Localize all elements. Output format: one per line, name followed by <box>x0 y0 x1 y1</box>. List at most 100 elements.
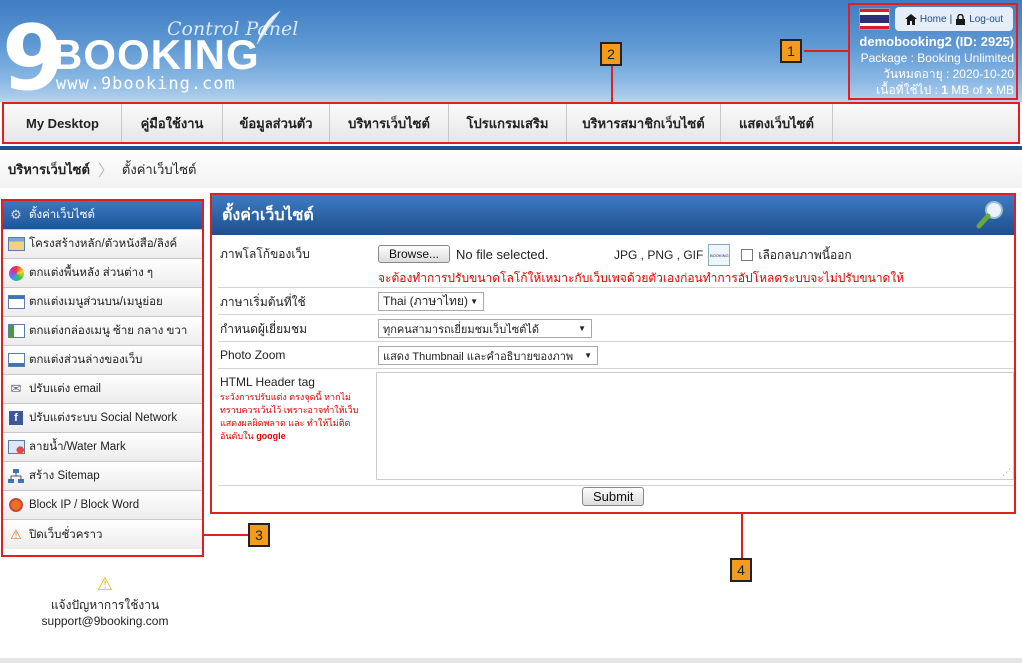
menu-box-icon <box>7 323 25 339</box>
visitors-select[interactable]: ทุกคนสามารถเยี่ยมชมเว็บไซต์ได้ ▼ <box>378 319 592 338</box>
home-icon <box>904 13 917 25</box>
top-menu-icon <box>7 294 25 310</box>
warning-icon: ⚠ <box>96 574 114 594</box>
nav-view-website[interactable]: แสดงเว็บไซต์ <box>721 104 833 142</box>
html-header-textarea[interactable]: ⋰ <box>376 372 1014 480</box>
format-list: JPG , PNG , GIF <box>614 248 704 262</box>
row-divider <box>218 485 1014 486</box>
file-status: No file selected. <box>456 246 549 262</box>
callout-1-line <box>804 50 848 52</box>
sidebar-item-footer[interactable]: ตกแต่งส่วนล่างของเว็บ <box>3 346 202 375</box>
feather-icon <box>256 10 281 45</box>
sidebar-item-social[interactable]: f ปรับแต่งระบบ Social Network <box>3 404 202 433</box>
space-middle: MB of <box>947 83 986 97</box>
callout-2: 2 <box>600 42 622 66</box>
language-label: ภาษาเริ่มต้นที่ใช้ <box>220 295 306 309</box>
nav-manual[interactable]: คู่มือใช้งาน <box>122 104 223 142</box>
sidebar-item-watermark[interactable]: ลายน้ำ/Water Mark <box>3 433 202 462</box>
photo-zoom-label: Photo Zoom <box>220 348 286 362</box>
row-divider <box>218 287 1014 288</box>
footer-line <box>0 658 1022 663</box>
logo-thumbnail: BOOKING <box>708 244 731 266</box>
sidebar-item-label: ปรับแต่ง email <box>29 383 101 395</box>
link-separator: | <box>949 13 953 25</box>
home-link[interactable]: Home <box>904 13 947 25</box>
sidebar-item-block[interactable]: Block IP / Block Word <box>3 491 202 520</box>
nav-manage-website[interactable]: บริหารเว็บไซต์ <box>330 104 449 142</box>
visitors-label: กำหนดผู้เยี่ยมชม <box>220 322 308 336</box>
html-header-warning-text: ระวังการปรับแต่ง ตรงจุดนี้ หากไม่ทราบควร… <box>220 392 359 441</box>
top-links: Home | Log-out <box>895 7 1013 31</box>
social-icon: f <box>7 410 25 426</box>
thai-flag-icon[interactable] <box>859 8 890 30</box>
callout-4-line <box>741 514 743 558</box>
sitemap-icon <box>7 468 25 484</box>
sidebar-item-top-menu[interactable]: ตกแต่งเมนูส่วนบน/เมนูย่อย <box>3 288 202 317</box>
space-used: 1 <box>941 83 948 97</box>
space-text: เนื้อที่ใช้ไป : 1 MB of x MB <box>859 82 1014 98</box>
header-banner: 9 BOOKING www.9booking.com Control Panel… <box>0 0 1022 104</box>
home-link-label: Home <box>919 13 947 25</box>
sidebar-item-label: ตกแต่งเมนูส่วนบน/เมนูย่อย <box>29 296 163 308</box>
chevron-down-icon: ▼ <box>470 297 478 306</box>
support-text: แจ้งปัญหาการใช้งาน <box>50 598 160 612</box>
email-icon: ✉ <box>10 381 22 396</box>
sidebar-item-label: ตั้งค่าเว็บไซต์ <box>29 209 95 221</box>
browse-button[interactable]: Browse... <box>378 245 451 263</box>
sidebar-item-site-settings[interactable]: ⚙ ตั้งค่าเว็บไซต์ <box>3 201 202 230</box>
callout-2-line <box>611 66 613 103</box>
package-text: Package : Booking Unlimited <box>860 51 1014 65</box>
block-icon <box>7 497 25 513</box>
sidebar-item-sitemap[interactable]: สร้าง Sitemap <box>3 462 202 491</box>
settings-panel: ตั้งค่าเว็บไซต์ ภาพโลโก้ของเว็บ Browse..… <box>210 193 1016 514</box>
breadcrumb: บริหารเว็บไซต์ 〉 ตั้งค่าเว็บไซต์ <box>0 150 1022 188</box>
html-header-warning-bold: google <box>256 431 286 441</box>
sidebar-item-label: Block IP / Block Word <box>29 499 140 511</box>
watermark-icon <box>7 439 25 455</box>
sidebar-item-background[interactable]: ตกแต่งพื้นหลัง ส่วนต่าง ๆ <box>3 259 202 288</box>
html-header-label: HTML Header tag <box>220 375 315 389</box>
sidebar-item-layout[interactable]: โครงสร้างหลัก/ตัวหนังสือ/ลิงค์ <box>3 230 202 259</box>
support-email[interactable]: support@9booking.com <box>20 613 190 629</box>
sidebar-item-close-site[interactable]: ⚠ ปิดเว็บชั่วคราว <box>3 520 202 549</box>
space-total: x <box>985 83 993 97</box>
layout-icon <box>7 236 25 252</box>
space-prefix: เนื้อที่ใช้ไป : <box>876 83 942 97</box>
lock-icon <box>956 13 966 25</box>
logout-link-label: Log-out <box>969 13 1004 25</box>
nav-manage-members[interactable]: บริหารสมาชิกเว็บไซต์ <box>567 104 721 142</box>
callout-4: 4 <box>730 558 752 582</box>
chevron-down-icon: ▼ <box>584 351 592 360</box>
logout-link[interactable]: Log-out <box>955 13 1004 25</box>
logo-upload: Browse... No file selected. <box>378 245 549 263</box>
sidebar-item-email[interactable]: ✉ ปรับแต่ง email <box>3 375 202 404</box>
logo-format-info: JPG , PNG , GIF BOOKING เลือกลบภาพนี้ออก <box>614 244 852 266</box>
sidebar-item-label: ปรับแต่งระบบ Social Network <box>29 412 178 424</box>
row-divider <box>218 368 1014 369</box>
visitors-value: ทุกคนสามารถเยี่ยมชมเว็บไซต์ได้ <box>383 323 540 336</box>
sidebar-item-menu-box[interactable]: ตกแต่งกล่องเมนู ซ้าย กลาง ขวา <box>3 317 202 346</box>
nav-my-desktop[interactable]: My Desktop <box>4 104 122 142</box>
nav-addons[interactable]: โปรแกรมเสริม <box>449 104 567 142</box>
language-select[interactable]: Thai (ภาษาไทย) ▼ <box>378 292 484 311</box>
sidebar-item-label: ลายน้ำ/Water Mark <box>29 441 126 453</box>
breadcrumb-current: ตั้งค่าเว็บไซต์ <box>121 161 197 177</box>
resize-handle-icon[interactable]: ⋰ <box>1002 467 1011 478</box>
account-name: demobooking2 (ID: 2925) <box>859 34 1014 49</box>
expiry-text: วันหมดอายุ : 2020-10-20 <box>883 67 1014 81</box>
panel-title: ตั้งค่าเว็บไซต์ <box>222 206 314 224</box>
chevron-down-icon: ▼ <box>578 324 586 333</box>
remove-logo-checkbox[interactable] <box>741 249 754 261</box>
palette-icon <box>7 265 25 281</box>
row-divider <box>218 314 1014 315</box>
submit-button[interactable]: Submit <box>582 487 645 506</box>
breadcrumb-parent[interactable]: บริหารเว็บไซต์ <box>8 159 90 180</box>
magnifier-icon <box>976 201 1003 229</box>
nav-profile[interactable]: ข้อมูลส่วนตัว <box>223 104 330 142</box>
sidebar-item-label: โครงสร้างหลัก/ตัวหนังสือ/ลิงค์ <box>29 238 178 250</box>
account-info-box: Home | Log-out demobooking2 (ID: 2925) P… <box>848 3 1018 100</box>
callout-3-line <box>204 534 249 536</box>
photo-zoom-select[interactable]: แสดง Thumbnail และคำอธิบายของภาพ ▼ <box>378 346 598 365</box>
space-suffix: MB <box>992 83 1014 97</box>
sidebar-item-label: ตกแต่งกล่องเมนู ซ้าย กลาง ขวา <box>29 325 188 337</box>
